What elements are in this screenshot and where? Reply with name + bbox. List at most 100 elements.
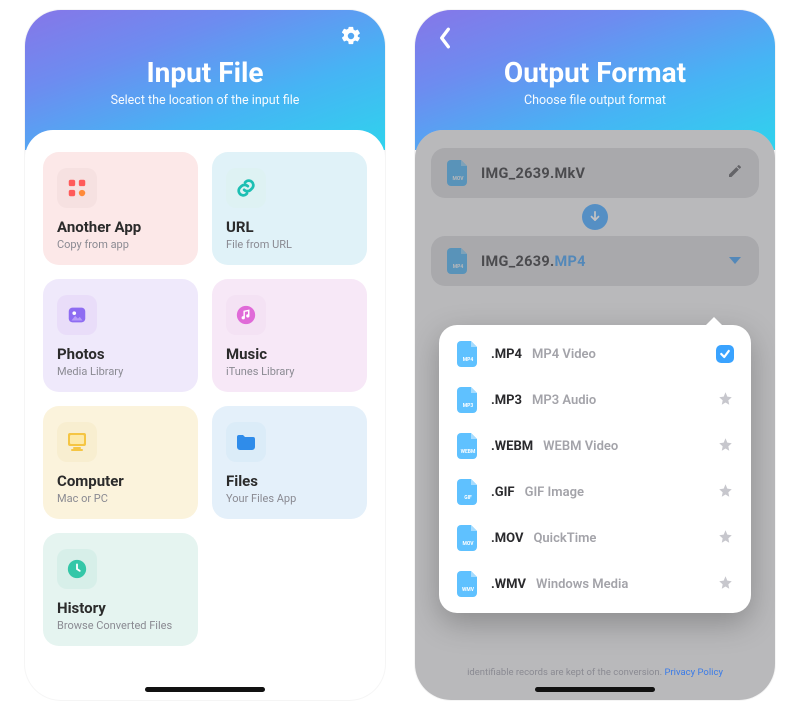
- format-ext: .MP4: [491, 347, 522, 362]
- format-option-mp4[interactable]: MP4 .MP4 MP4 Video: [439, 331, 751, 377]
- svg-text:MP4: MP4: [453, 264, 464, 270]
- format-option-mp3[interactable]: MP3 .MP3 MP3 Audio: [439, 377, 751, 423]
- source-tile-computer[interactable]: Computer Mac or PC: [43, 406, 198, 519]
- apps-icon: [57, 168, 97, 208]
- favorite-star[interactable]: [715, 528, 735, 548]
- caret-down-icon: [727, 252, 743, 271]
- source-tile-files[interactable]: Files Your Files App: [212, 406, 367, 519]
- svg-text:MOV: MOV: [452, 176, 464, 182]
- svg-text:WEBM: WEBM: [461, 449, 476, 455]
- source-tile-history[interactable]: History Browse Converted Files: [43, 533, 198, 646]
- page-title: Input File: [25, 56, 385, 89]
- tile-subtitle: Your Files App: [226, 492, 353, 505]
- tile-title: Photos: [57, 345, 184, 363]
- page-title: Output Format: [415, 56, 775, 89]
- file-mp3-icon: MP3: [455, 387, 481, 413]
- arrow-down-icon: [588, 208, 602, 227]
- tile-subtitle: File from URL: [226, 238, 353, 251]
- source-tile-music[interactable]: Music iTunes Library: [212, 279, 367, 392]
- format-desc: GIF Image: [525, 485, 584, 500]
- tile-subtitle: Mac or PC: [57, 492, 184, 505]
- file-mp4-icon: MP4: [455, 341, 481, 367]
- source-tile-photos[interactable]: Photos Media Library: [43, 279, 198, 392]
- format-ext: .MP3: [491, 393, 522, 408]
- source-tile-url[interactable]: URL File from URL: [212, 152, 367, 265]
- star-icon: [718, 529, 733, 548]
- home-indicator[interactable]: [145, 687, 265, 692]
- tile-subtitle: iTunes Library: [226, 365, 353, 378]
- history-icon: [57, 549, 97, 589]
- format-option-gif[interactable]: GIF .GIF GIF Image: [439, 469, 751, 515]
- favorite-star[interactable]: [715, 574, 735, 594]
- home-indicator[interactable]: [535, 687, 655, 692]
- header: Input File Select the location of the in…: [25, 10, 385, 150]
- tile-title: Files: [226, 472, 353, 490]
- svg-text:WMV: WMV: [462, 587, 475, 593]
- format-desc: QuickTime: [533, 531, 596, 546]
- file-wmv-icon: WMV: [455, 571, 481, 597]
- format-option-mov[interactable]: MOV .MOV QuickTime: [439, 515, 751, 561]
- favorite-star[interactable]: [715, 390, 735, 410]
- svg-text:MOV: MOV: [462, 541, 474, 547]
- tile-title: URL: [226, 218, 353, 236]
- favorite-star[interactable]: [715, 482, 735, 502]
- header: Output Format Choose file output format: [415, 10, 775, 150]
- file-mp4-icon: MP4: [445, 248, 471, 274]
- file-webm-icon: WEBM: [455, 433, 481, 459]
- svg-text:MP3: MP3: [463, 403, 474, 409]
- check-icon: [716, 345, 734, 363]
- gear-icon: [340, 25, 362, 51]
- output-file-name: IMG_2639.MP4: [481, 253, 715, 270]
- settings-button[interactable]: [337, 24, 365, 52]
- folder-icon: [226, 422, 266, 462]
- output-file-row[interactable]: MP4 IMG_2639.MP4: [431, 236, 759, 286]
- format-option-webm[interactable]: WEBM .WEBM WEBM Video: [439, 423, 751, 469]
- format-option-wmv[interactable]: WMV .WMV Windows Media: [439, 561, 751, 607]
- computer-icon: [57, 422, 97, 462]
- favorite-star[interactable]: [715, 436, 735, 456]
- format-ext: .WMV: [491, 577, 526, 592]
- star-icon: [718, 437, 733, 456]
- back-button[interactable]: [431, 26, 459, 54]
- format-ext: .GIF: [491, 485, 515, 500]
- format-desc: MP4 Video: [532, 347, 596, 362]
- tile-title: History: [57, 599, 184, 617]
- open-format-dropdown[interactable]: [725, 251, 745, 271]
- source-tile-another-app[interactable]: Another App Copy from app: [43, 152, 198, 265]
- photos-icon: [57, 295, 97, 335]
- source-panel: Another App Copy from app URL File from …: [25, 130, 385, 700]
- edit-filename-button[interactable]: [725, 163, 745, 183]
- format-ext: .MOV: [491, 531, 523, 546]
- format-desc: WEBM Video: [543, 439, 618, 454]
- input-file-name: IMG_2639.MkV: [481, 165, 715, 182]
- selected-indicator: [715, 344, 735, 364]
- format-ext: .WEBM: [491, 439, 533, 454]
- link-icon: [226, 168, 266, 208]
- tile-title: Computer: [57, 472, 184, 490]
- file-mov-icon: MOV: [445, 160, 471, 186]
- pencil-icon: [727, 163, 743, 183]
- star-icon: [718, 575, 733, 594]
- conversion-arrow: [431, 204, 759, 230]
- page-subtitle: Choose file output format: [415, 93, 775, 108]
- output-format-screen: Output Format Choose file output format …: [415, 10, 775, 700]
- privacy-footnote: identifiable records are kept of the con…: [415, 667, 775, 678]
- tile-title: Another App: [57, 218, 184, 236]
- music-icon: [226, 295, 266, 335]
- svg-text:GIF: GIF: [464, 495, 472, 501]
- svg-text:MP4: MP4: [463, 357, 474, 363]
- chevron-left-icon: [438, 27, 452, 53]
- input-file-screen: Input File Select the location of the in…: [25, 10, 385, 700]
- tile-subtitle: Media Library: [57, 365, 184, 378]
- tile-title: Music: [226, 345, 353, 363]
- format-desc: Windows Media: [536, 577, 628, 592]
- file-mov-icon: MOV: [455, 525, 481, 551]
- input-file-row[interactable]: MOV IMG_2639.MkV: [431, 148, 759, 198]
- tile-subtitle: Browse Converted Files: [57, 619, 184, 632]
- format-options-popup: MP4 .MP4 MP4 Video MP3 .MP3 MP3 Audio WEBM .W…: [439, 325, 751, 613]
- format-desc: MP3 Audio: [532, 393, 596, 408]
- tile-subtitle: Copy from app: [57, 238, 184, 251]
- privacy-policy-link[interactable]: Privacy Policy: [664, 667, 722, 678]
- page-subtitle: Select the location of the input file: [25, 93, 385, 108]
- star-icon: [718, 391, 733, 410]
